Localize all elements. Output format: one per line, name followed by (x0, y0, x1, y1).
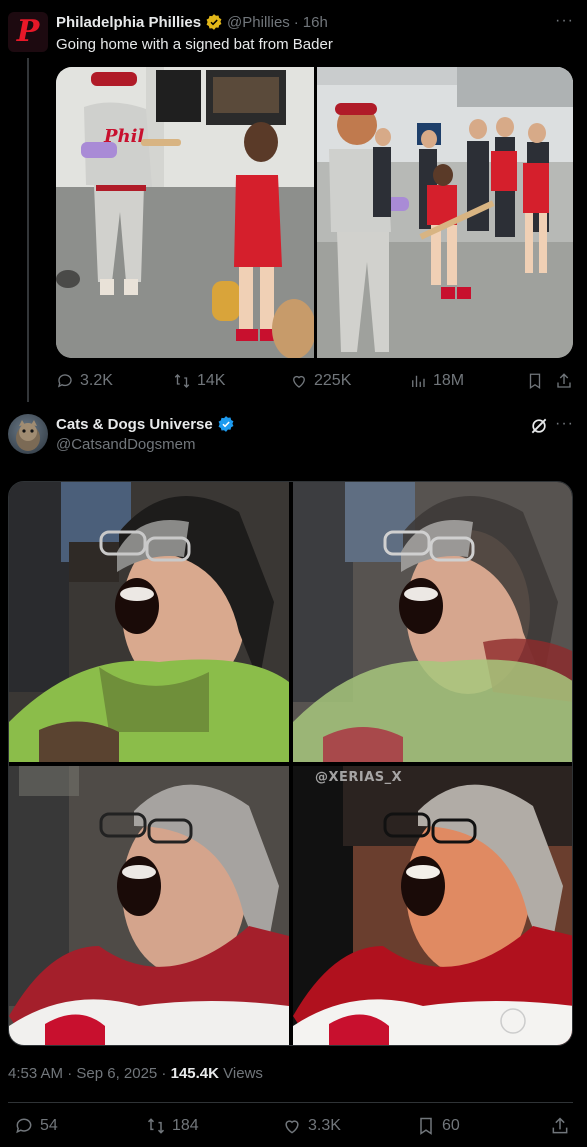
media-image-3[interactable] (9, 766, 289, 1045)
post-timestamp[interactable]: 4:53 AM · Sep 6, 2025 · (8, 1065, 171, 1082)
post-meta: 4:53 AM · Sep 6, 2025 · 145.4K Views (8, 1065, 263, 1082)
author-name[interactable]: Philadelphia Phillies (56, 14, 201, 31)
bookmark-icon (529, 373, 541, 390)
bookmark-icon (420, 1117, 432, 1135)
media-image-2[interactable] (293, 482, 572, 762)
views-chart-icon (412, 375, 425, 387)
image-watermark: @XERIAS_X (315, 770, 403, 785)
views-button[interactable]: 18M (409, 372, 464, 390)
post-photo-1[interactable]: Phil (56, 67, 314, 358)
like-button[interactable]: 3.3K (282, 1116, 341, 1136)
like-count: 3.3K (308, 1117, 341, 1134)
thread-line (27, 58, 29, 402)
bader-with-kid-photo: Phil (56, 67, 314, 358)
media-image-4[interactable] (293, 766, 572, 1045)
repost-button[interactable]: 14K (173, 372, 225, 390)
like-count: 225K (314, 372, 352, 389)
cats-dogs-avatar[interactable] (8, 414, 48, 454)
separator-dot: · (293, 13, 299, 31)
post-time[interactable]: 16h (303, 14, 328, 31)
more-options-icon[interactable]: ··· (555, 415, 574, 433)
screaming-fan-image-3 (9, 766, 289, 1045)
screaming-fan-image-4 (293, 766, 572, 1045)
author-name[interactable]: Cats & Dogs Universe (56, 416, 213, 433)
repost-count: 14K (197, 372, 226, 389)
verified-blue-badge-icon (218, 416, 234, 432)
main-post-header: Cats & Dogs Universe (56, 415, 235, 433)
bookmark-button[interactable] (526, 372, 544, 390)
author-handle[interactable]: @CatsandDogsmem (56, 436, 195, 453)
cat-avatar-image (16, 420, 40, 451)
media-image-1[interactable] (9, 482, 289, 762)
grok-icon[interactable] (529, 416, 549, 436)
screaming-fan-image-2 (293, 482, 572, 762)
bookmark-count: 60 (442, 1117, 460, 1134)
share-button[interactable] (550, 1116, 570, 1136)
views-count: 145.4K (170, 1065, 219, 1082)
phillies-logo: P (16, 14, 40, 49)
heart-icon (285, 1120, 299, 1134)
views-count: 18M (433, 372, 465, 389)
repost-icon (174, 374, 190, 388)
reply-count: 54 (40, 1117, 58, 1134)
post-photo-2[interactable] (317, 67, 573, 358)
reply-button[interactable]: 3.2K (56, 372, 113, 390)
bader-crowd-photo (317, 67, 573, 358)
reply-button[interactable]: 54 (14, 1116, 58, 1136)
share-icon (552, 1117, 568, 1134)
reply-count: 3.2K (80, 372, 113, 389)
media-grid[interactable]: @XERIAS_X (8, 481, 573, 1046)
phillies-post[interactable]: P Philadelphia Phillies @Phillies · 16h … (0, 0, 587, 402)
verified-gold-badge-icon (206, 14, 222, 30)
divider (8, 1102, 573, 1103)
share-button[interactable] (555, 372, 573, 390)
phillies-avatar[interactable]: P (8, 12, 48, 52)
reply-icon (57, 374, 72, 388)
author-handle[interactable]: @Phillies (227, 14, 290, 31)
repost-count: 184 (172, 1117, 199, 1134)
like-button[interactable]: 225K (290, 372, 351, 390)
screaming-fan-image-1 (9, 482, 289, 762)
more-options-icon[interactable]: ··· (555, 12, 574, 30)
repost-icon (147, 1118, 165, 1134)
share-icon (557, 373, 571, 388)
post-header: Philadelphia Phillies @Phillies · 16h (56, 13, 328, 31)
post-text: Going home with a signed bat from Bader (56, 36, 333, 53)
repost-button[interactable]: 184 (146, 1116, 199, 1136)
heart-icon (293, 375, 305, 388)
views-label: Views (223, 1065, 263, 1082)
bookmark-button[interactable]: 60 (416, 1116, 460, 1136)
reply-icon (16, 1118, 32, 1134)
